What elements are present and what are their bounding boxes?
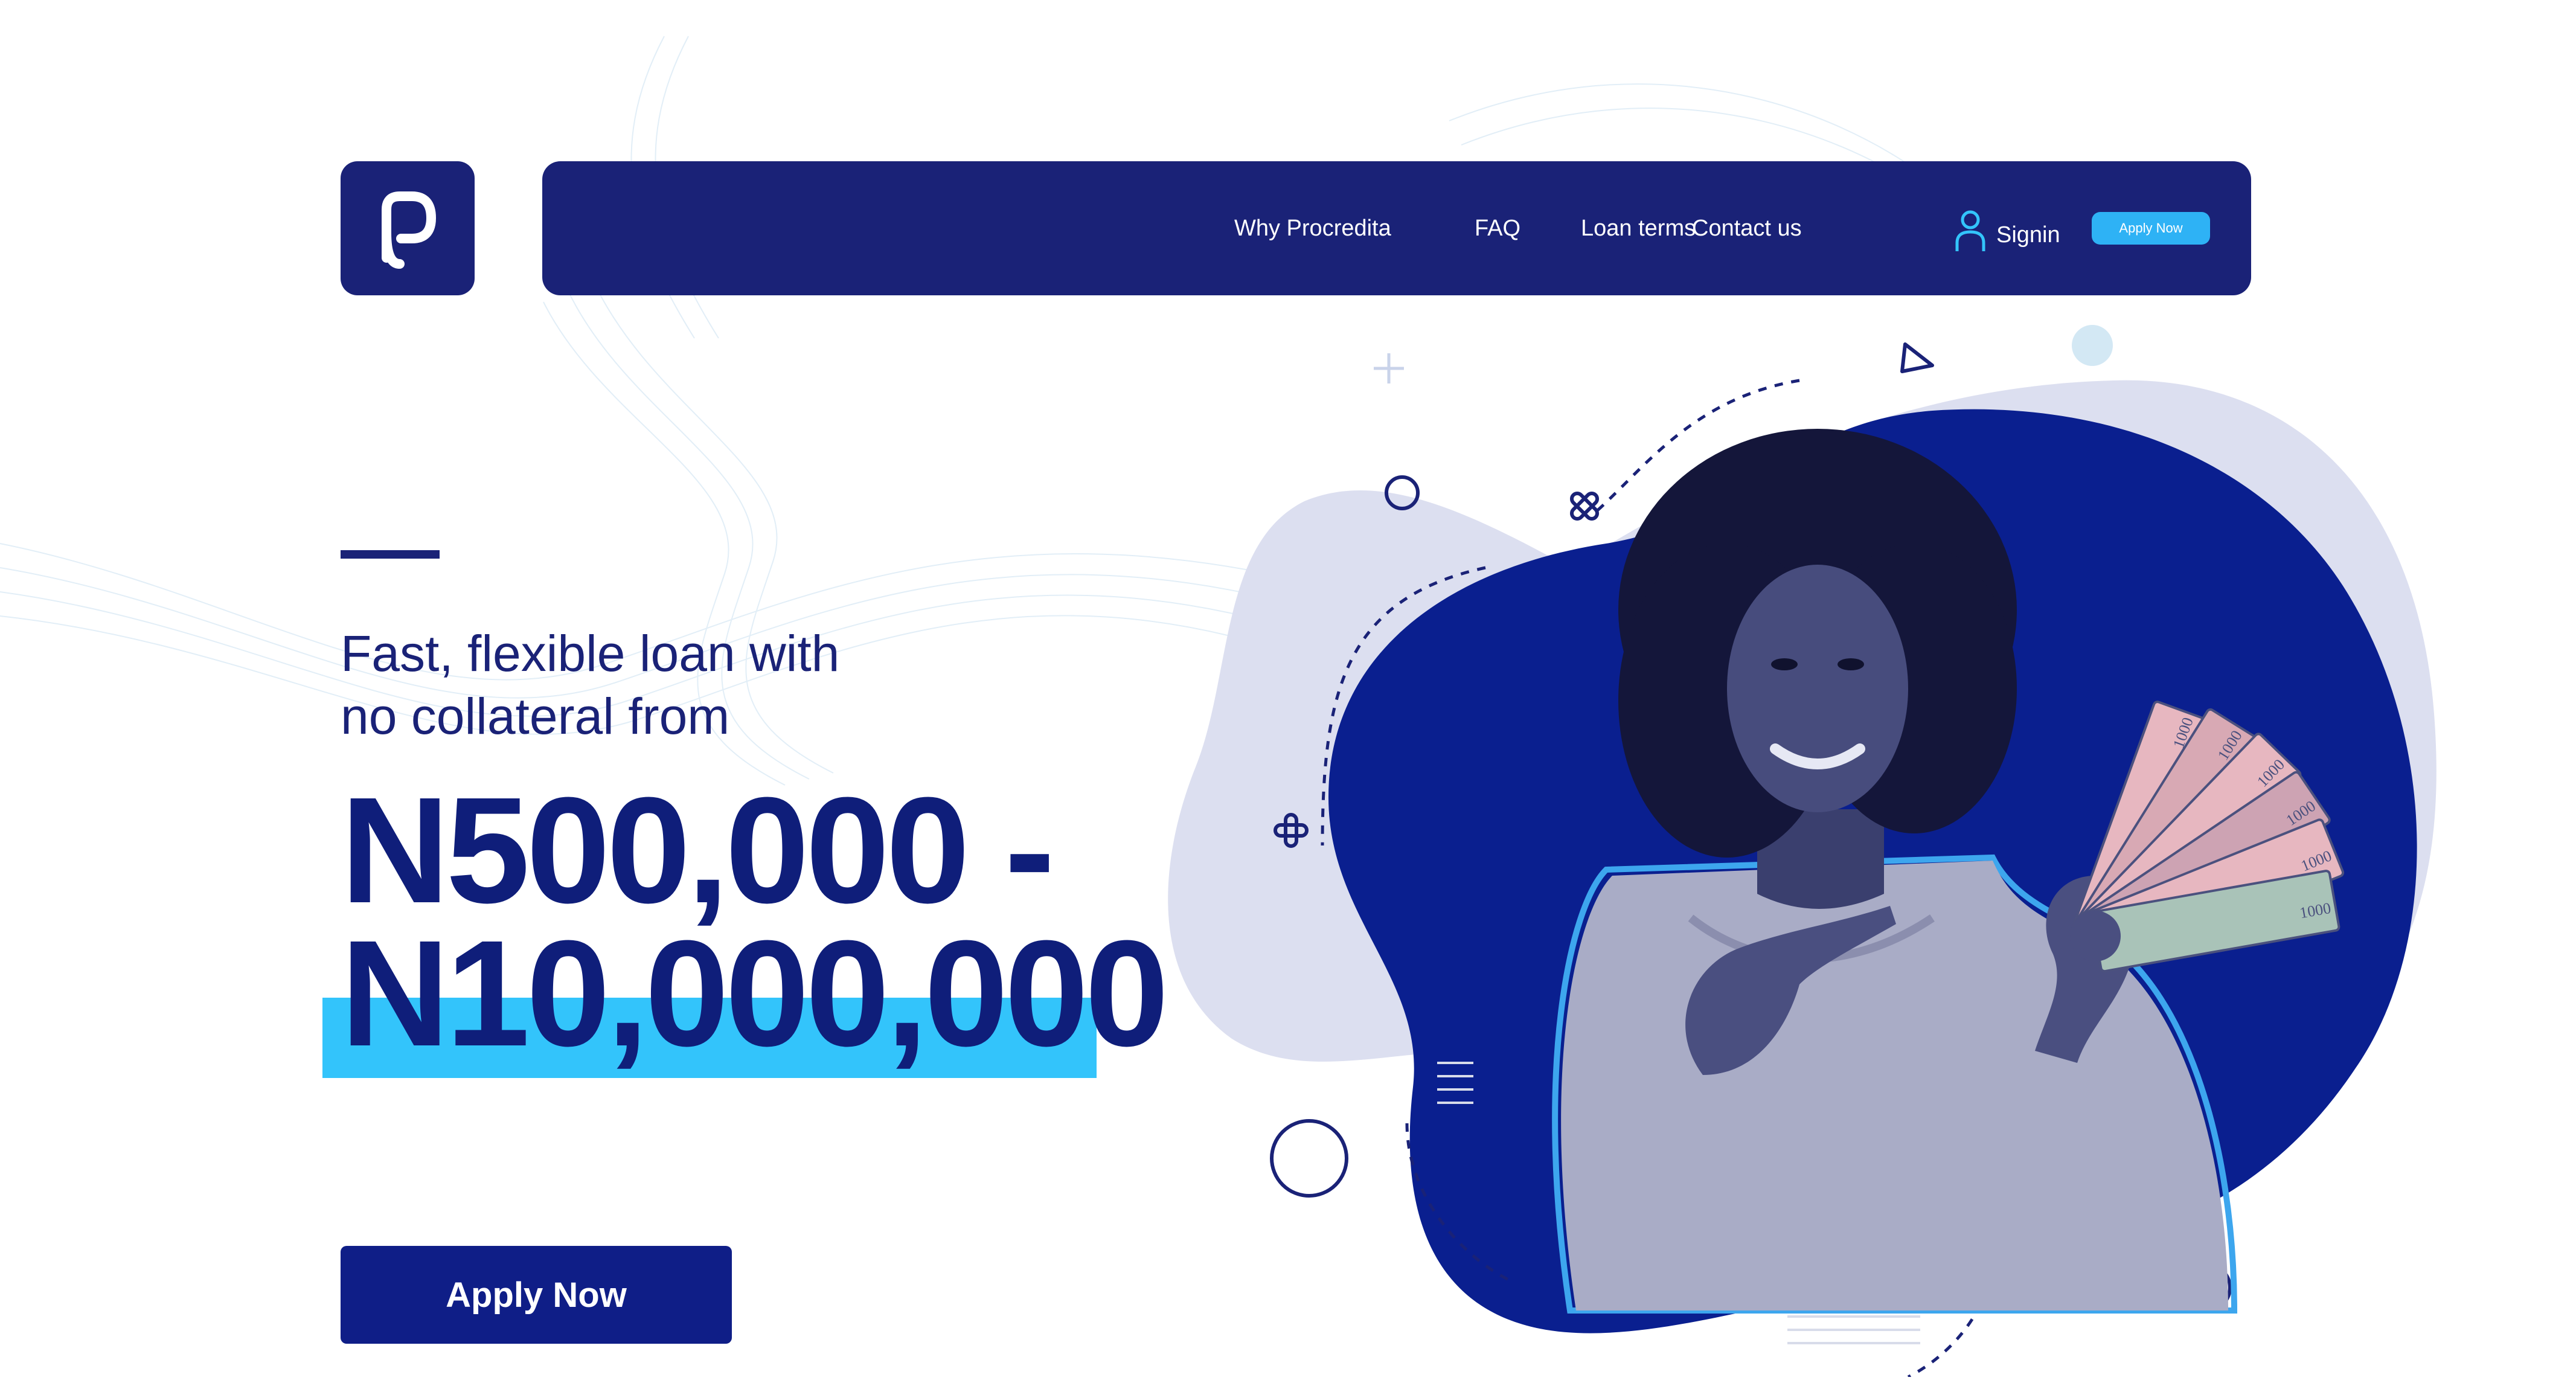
signin-link[interactable]: Signin [1954, 204, 2060, 258]
main-navbar: Why Procredita FAQ Loan terms Contact us… [542, 161, 2251, 295]
tagline-line-1: Fast, flexible loan with [341, 625, 840, 682]
hero-accent-dash [341, 550, 440, 559]
apply-now-button[interactable]: Apply Now [341, 1246, 732, 1344]
signin-label: Signin [1996, 222, 2060, 248]
loan-amount-max: N10,000,000 [341, 909, 1169, 1077]
hero-illustration: 1000 1000 1000 1000 1000 1000 [1168, 325, 2437, 1377]
nav-contact-us[interactable]: Contact us [1692, 161, 1802, 295]
user-icon [1955, 210, 1985, 251]
nav-faq[interactable]: FAQ [1475, 161, 1520, 295]
nav-loan-terms[interactable]: Loan terms [1581, 161, 1696, 295]
hero-tagline: Fast, flexible loan with no collateral f… [341, 622, 1065, 748]
nav-why-procredita[interactable]: Why Procredita [1234, 161, 1391, 295]
logo-p-icon [382, 191, 436, 269]
procredita-logo[interactable] [341, 161, 475, 295]
loan-amount-min: N500,000 - [341, 766, 1055, 934]
tagline-line-2: no collateral from [341, 688, 730, 745]
nav-apply-now-button[interactable]: Apply Now [2092, 212, 2210, 245]
